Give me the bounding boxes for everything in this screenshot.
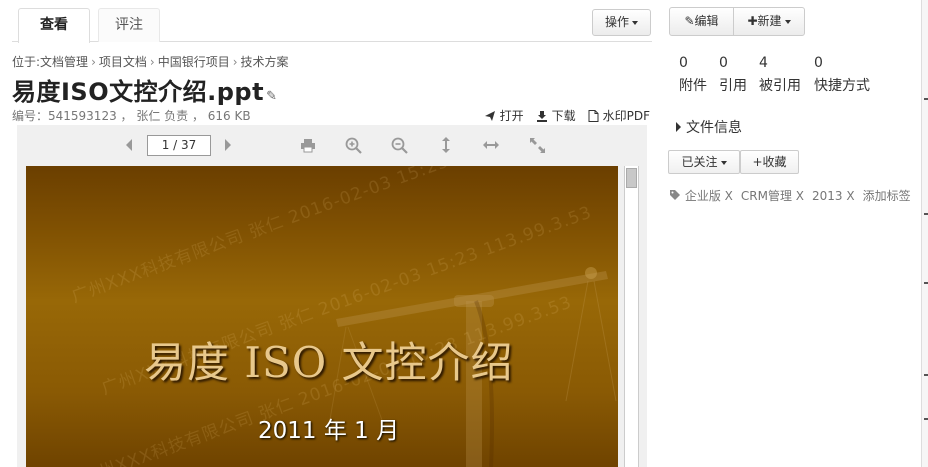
viewer-toolbar: 1 / 37 xyxy=(17,125,647,165)
send-icon xyxy=(484,110,495,121)
download-label: 下载 xyxy=(551,109,576,123)
stat-references[interactable]: 0 引用 xyxy=(719,55,747,95)
open-label: 打开 xyxy=(499,109,524,123)
page-title: 易度ISO文控介绍.ppt ✎ xyxy=(12,72,277,107)
document-title: 易度ISO文控介绍.ppt xyxy=(12,78,265,106)
document-page: 查看 评注 操作 位于:文档管理 › 项目文档 › 中国银行项目 › 技术方案 易度ISO文… xyxy=(0,0,928,467)
tag-item[interactable]: 2013 X xyxy=(812,189,855,203)
slide-date: 2011 年 1 月 xyxy=(258,418,400,444)
favorite-button[interactable]: +收藏 xyxy=(740,150,799,174)
stat-label: 快捷方式 xyxy=(814,78,870,94)
watermark-pdf-label: 水印PDF xyxy=(602,109,650,123)
edit-button[interactable]: ✎编辑 xyxy=(669,7,734,36)
stat-shortcuts[interactable]: 0 快捷方式 xyxy=(814,55,870,95)
stat-count: 0 xyxy=(679,55,688,71)
stat-label: 被引用 xyxy=(759,78,801,94)
edit-icon: ✎ xyxy=(684,14,695,28)
follow-button[interactable]: 已关注 xyxy=(668,150,740,174)
stat-label: 引用 xyxy=(719,78,747,94)
previous-page-icon[interactable] xyxy=(120,136,138,154)
tab-view[interactable]: 查看 xyxy=(18,8,90,43)
caret-down-icon xyxy=(632,20,638,25)
tag-icon xyxy=(669,189,685,203)
tag-list: 企业版 X CRM管理 X 2013 X 添加标签 xyxy=(669,188,919,205)
edge-marker xyxy=(924,98,928,100)
tab-bar: 查看 评注 xyxy=(12,8,652,43)
breadcrumb-separator: › xyxy=(149,55,155,69)
tag-item[interactable]: 企业版 X xyxy=(685,189,733,203)
follow-label: 已关注 xyxy=(681,155,718,169)
print-icon[interactable] xyxy=(299,136,317,154)
edge-marker xyxy=(924,418,928,420)
pencil-icon[interactable]: ✎ xyxy=(266,89,277,104)
caret-down-icon xyxy=(784,19,791,24)
plus-icon: ✚ xyxy=(747,14,758,28)
add-tag-link[interactable]: 添加标签 xyxy=(863,189,911,203)
zoom-out-icon[interactable] xyxy=(390,136,408,154)
fit-width-icon[interactable] xyxy=(482,136,500,154)
stat-attachments[interactable]: 0 附件 xyxy=(679,55,707,95)
breadcrumb-prefix: 位于: xyxy=(12,55,41,69)
open-link[interactable]: 打开 xyxy=(484,107,524,124)
breadcrumb-item[interactable]: 项目文档 xyxy=(99,55,147,69)
file-info-label: 文件信息 xyxy=(686,120,742,136)
stat-count: 0 xyxy=(719,55,728,71)
breadcrumb-separator: › xyxy=(91,55,96,69)
slide-canvas: 广州XXX科技有限公司 张仁 2016-02-03 15:23 113.99.3… xyxy=(26,166,618,467)
tab-comments[interactable]: 评注 xyxy=(98,8,160,42)
tag-item[interactable]: CRM管理 X xyxy=(741,189,804,203)
watermark-pdf-link[interactable]: 水印PDF xyxy=(588,107,650,124)
file-info-toggle[interactable]: 文件信息 xyxy=(676,117,742,137)
operations-button[interactable]: 操作 xyxy=(592,9,651,36)
breadcrumb-item[interactable]: 中国银行项目 xyxy=(158,55,230,69)
new-label: 新建 xyxy=(757,14,782,28)
edge-marker xyxy=(924,374,928,376)
new-button[interactable]: ✚新建 xyxy=(733,7,805,36)
next-page-icon[interactable] xyxy=(219,136,237,154)
file-actions: 打开 下载 水印PDF xyxy=(484,107,650,124)
fit-height-icon[interactable] xyxy=(437,136,455,154)
file-icon xyxy=(588,109,599,122)
stat-label: 附件 xyxy=(679,78,707,94)
caret-down-icon xyxy=(720,160,727,165)
scrollbar-thumb[interactable] xyxy=(626,168,637,188)
viewer-scrollbar[interactable] xyxy=(624,166,639,467)
stat-count: 0 xyxy=(814,55,823,71)
window-edge xyxy=(921,0,928,467)
operations-label: 操作 xyxy=(604,15,629,29)
zoom-in-icon[interactable] xyxy=(344,136,362,154)
edge-marker xyxy=(924,282,928,284)
edge-marker xyxy=(924,213,928,215)
breadcrumb-separator: › xyxy=(232,55,238,69)
document-meta: 编号：541593123 ， 张仁 负责 ， 616 KB xyxy=(12,109,251,123)
download-link[interactable]: 下载 xyxy=(536,107,576,124)
breadcrumb: 位于:文档管理 › 项目文档 › 中国银行项目 › 技术方案 xyxy=(12,53,289,70)
stat-referenced-by[interactable]: 4 被引用 xyxy=(759,55,801,95)
edit-label: 编辑 xyxy=(694,14,719,28)
breadcrumb-item[interactable]: 技术方案 xyxy=(241,55,289,69)
download-icon xyxy=(536,110,547,122)
slide-title: 易度 ISO 文控介绍 xyxy=(144,338,514,387)
page-number-input[interactable]: 1 / 37 xyxy=(147,135,211,156)
stat-count: 4 xyxy=(759,55,768,71)
breadcrumb-item[interactable]: 文档管理 xyxy=(40,55,88,69)
document-viewer: 1 / 37 广州XXX科技有限公司 张仁 2016-02-03 15:23 1… xyxy=(17,125,647,467)
caret-right-icon xyxy=(676,122,681,132)
fullscreen-icon[interactable] xyxy=(528,136,546,154)
